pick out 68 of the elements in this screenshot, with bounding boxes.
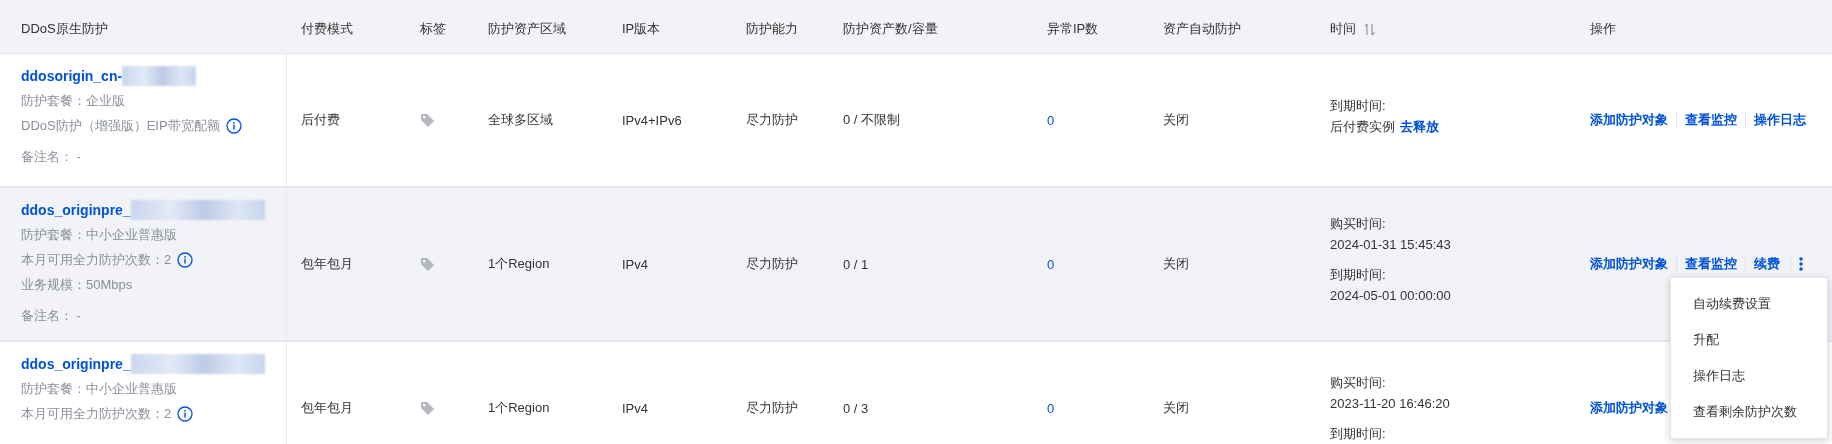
table-cell-text: 包年包月 [301, 399, 354, 417]
action-link[interactable]: 查看监控 [1676, 113, 1745, 127]
time-value: 后付费实例 [1330, 117, 1395, 136]
table-cell-text: 尽力防护 [746, 399, 799, 417]
detail-text: 业务规模：50Mbps [21, 276, 133, 294]
instance-name-link[interactable]: ddos_originpre_ [21, 356, 131, 372]
time-label: 到期时间: [1330, 266, 1387, 284]
detail-text: 本月可用全力防护次数：2 [21, 405, 172, 423]
table-cell-text: 关闭 [1163, 111, 1190, 129]
time-label: 到期时间: [1330, 425, 1387, 443]
info-icon[interactable] [225, 117, 242, 134]
column-header: 防护资产区域 [488, 20, 566, 38]
column-header: DDoS原生防护 [21, 20, 108, 38]
release-link[interactable]: 去释放 [1400, 115, 1439, 137]
column-header: 操作 [1590, 20, 1616, 38]
table-cell-text: 0 / 3 [843, 400, 870, 416]
time-label: 购买时间: [1330, 374, 1387, 392]
column-header: 异常IP数 [1047, 20, 1099, 38]
info-icon[interactable] [177, 405, 194, 422]
table-cell-text: 全球多区域 [488, 111, 554, 129]
detail-text: 本月可用全力防护次数：2 [21, 251, 172, 269]
count-link[interactable]: 0 [1047, 256, 1135, 272]
time-label: 购买时间: [1330, 215, 1387, 233]
table-cell-text: IPv4+IPv6 [622, 112, 683, 128]
instance-name-link[interactable]: ddosorigin_cn- [21, 68, 123, 84]
menu-item[interactable]: 升配 [1671, 322, 1827, 358]
table-cell-text: 0 / 不限制 [843, 111, 902, 129]
more-icon [1799, 257, 1803, 271]
menu-item[interactable]: 操作日志 [1671, 358, 1827, 394]
time-value: 2024-05-01 00:00:00 [1330, 287, 1451, 305]
menu-item[interactable]: 自动续费设置 [1671, 286, 1827, 322]
action-link[interactable]: 续费 [1745, 257, 1788, 271]
time-label: 到期时间: [1330, 96, 1387, 115]
column-header: 防护能力 [746, 20, 798, 38]
detail-text: 备注名： - [21, 148, 81, 166]
time-value: 2024-01-31 15:45:43 [1330, 236, 1451, 254]
detail-text: 防护套餐：中小企业普惠版 [21, 226, 177, 244]
action-link[interactable]: 查看监控 [1676, 257, 1745, 271]
menu-item[interactable]: 查看剩余防护次数 [1671, 394, 1827, 430]
detail-text: 防护套餐：企业版 [21, 92, 125, 110]
detail-text: 防护套餐：中小企业普惠版 [21, 380, 177, 398]
column-header: 标签 [420, 20, 446, 38]
table-cell-text: 关闭 [1163, 255, 1190, 273]
count-link[interactable]: 0 [1047, 400, 1135, 416]
info-icon[interactable] [177, 251, 194, 268]
action-link[interactable]: 添加防护对象 [1590, 113, 1676, 127]
count-link[interactable]: 0 [1047, 112, 1135, 128]
column-header: 时间 [1330, 20, 1356, 38]
column-header: 防护资产数/容量 [843, 20, 938, 38]
table-cell-text: 0 / 1 [843, 256, 870, 272]
column-header: 付费模式 [301, 20, 353, 38]
action-link[interactable]: 操作日志 [1745, 113, 1814, 127]
action-link[interactable]: 添加防护对象 [1590, 257, 1676, 271]
table-cell-text: IPv4 [622, 256, 649, 272]
instance-name-link[interactable]: ddos_originpre_ [21, 202, 131, 218]
table-cell-text: 关闭 [1163, 399, 1190, 417]
table-cell-text: 1个Region [488, 255, 551, 273]
detail-text: 备注名： - [21, 307, 81, 325]
table-cell-text: 后付费 [301, 111, 341, 129]
column-header: IP版本 [622, 20, 661, 38]
table-cell-text: 包年包月 [301, 255, 354, 273]
time-value: 2023-11-20 16:46:20 [1330, 395, 1450, 413]
table-cell-text: IPv4 [622, 400, 649, 416]
column-header: 资产自动防护 [1163, 20, 1241, 38]
table-cell-text: 尽力防护 [746, 111, 799, 129]
detail-text: DDoS防护（增强版）EIP带宽配额 [21, 117, 220, 135]
table-cell-text: 1个Region [488, 399, 551, 417]
table-cell-text: 尽力防护 [746, 255, 799, 273]
